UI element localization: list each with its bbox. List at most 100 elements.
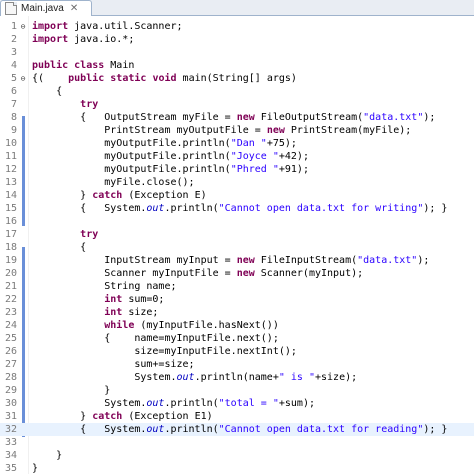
code-token: .println( bbox=[164, 424, 219, 435]
keyword-token: public bbox=[32, 60, 69, 71]
code-token: sum=0; bbox=[122, 294, 165, 305]
code-token: { bbox=[32, 86, 63, 97]
code-token: myFile.close(); bbox=[32, 177, 195, 188]
code-line[interactable]: 17 try bbox=[0, 228, 474, 241]
code-line[interactable]: 13 myFile.close(); bbox=[0, 176, 474, 189]
string-token: "data.txt" bbox=[357, 255, 418, 266]
line-number: 35 bbox=[4, 463, 17, 474]
code-text[interactable]: { System.out.println("Cannot open data.t… bbox=[32, 202, 447, 215]
code-editor[interactable]: 1 ⊖ import java.util.Scanner; 2 import java.… bbox=[0, 16, 474, 474]
code-line[interactable]: 4 public class Main bbox=[0, 59, 474, 72]
code-token: } bbox=[32, 450, 63, 461]
code-token: java.io.*; bbox=[68, 34, 135, 45]
line-number: 16 bbox=[4, 216, 17, 227]
code-text[interactable]: import java.io.*; bbox=[32, 33, 134, 46]
code-line[interactable]: 9 PrintStream myOutputFile = new PrintSt… bbox=[0, 124, 474, 137]
code-text[interactable]: InputStream myInput = new FileInputStrea… bbox=[32, 254, 429, 267]
code-text[interactable]: try bbox=[32, 228, 98, 241]
code-text[interactable]: { OutputStream myFile = new FileOutputSt… bbox=[32, 111, 435, 124]
code-token: System. bbox=[32, 398, 147, 409]
code-text[interactable]: } bbox=[32, 384, 110, 397]
tab-main-java[interactable]: Main.java ✕ bbox=[0, 0, 92, 16]
code-token: ); } bbox=[423, 203, 448, 214]
code-text[interactable]: myOutputFile.println("Joyce "+42); bbox=[32, 150, 309, 163]
close-icon[interactable]: ✕ bbox=[70, 3, 78, 14]
code-text[interactable]: { bbox=[32, 241, 86, 254]
code-line[interactable]: 8 { OutputStream myFile = new FileOutput… bbox=[0, 111, 474, 124]
code-text[interactable]: { name=myInputFile.next(); bbox=[32, 332, 279, 345]
code-line[interactable]: 11 myOutputFile.println("Joyce "+42); bbox=[0, 150, 474, 163]
line-number: 20 bbox=[4, 268, 17, 279]
code-text[interactable]: int sum=0; bbox=[32, 293, 164, 306]
code-text[interactable]: PrintStream myOutputFile = new PrintStre… bbox=[32, 124, 411, 137]
code-text[interactable]: size=myInputFile.nextInt(); bbox=[32, 345, 297, 358]
line-number: 32 bbox=[4, 424, 17, 435]
code-line[interactable]: 10 myOutputFile.println("Dan "+75); bbox=[0, 137, 474, 150]
code-line[interactable]: 24 while (myInputFile.hasNext()) bbox=[0, 319, 474, 332]
code-line[interactable]: 35} bbox=[0, 462, 474, 475]
fold-toggle-icon[interactable]: ⊖ bbox=[19, 20, 27, 33]
code-token: ); bbox=[423, 112, 436, 123]
code-token: FileInputStream( bbox=[254, 255, 358, 266]
code-line[interactable]: 19 InputStream myInput = new FileInputSt… bbox=[0, 254, 474, 267]
code-line[interactable]: 28 System.out.println(name+" is "+size); bbox=[0, 371, 474, 384]
code-line[interactable]: 31 } catch (Exception E1) bbox=[0, 410, 474, 423]
code-text[interactable]: myOutputFile.println("Dan "+75); bbox=[32, 137, 297, 150]
keyword-token: import bbox=[32, 34, 69, 45]
fold-toggle-icon[interactable]: ⊖ bbox=[19, 72, 27, 85]
code-text[interactable]: { System.out.println("Cannot open data.t… bbox=[32, 423, 447, 436]
code-text[interactable]: } catch (Exception E1) bbox=[32, 410, 213, 423]
code-line[interactable]: 15 { System.out.println("Cannot open dat… bbox=[0, 202, 474, 215]
code-token: (Exception E1) bbox=[122, 411, 213, 422]
code-token: ); bbox=[417, 255, 430, 266]
code-line[interactable]: 1 ⊖ import java.util.Scanner; bbox=[0, 20, 474, 33]
code-line[interactable]: 23 int size; bbox=[0, 306, 474, 319]
line-number: 25 bbox=[4, 333, 17, 344]
code-text[interactable]: public class Main bbox=[32, 59, 134, 72]
code-line[interactable]: 16 bbox=[0, 215, 474, 228]
code-text[interactable]: System.out.println("total = "+sum); bbox=[32, 397, 315, 410]
code-line[interactable]: 14 } catch (Exception E) bbox=[0, 189, 474, 202]
code-line[interactable]: 18 { bbox=[0, 241, 474, 254]
code-line[interactable]: 33 bbox=[0, 436, 474, 449]
line-number: 24 bbox=[4, 320, 17, 331]
code-line[interactable]: 25 { name=myInputFile.next(); bbox=[0, 332, 474, 345]
code-line[interactable]: 7 try bbox=[0, 98, 474, 111]
code-text[interactable]: { bbox=[32, 85, 62, 98]
code-line[interactable]: 3 bbox=[0, 46, 474, 59]
code-line[interactable]: 2 import java.io.*; bbox=[0, 33, 474, 46]
keyword-token: static bbox=[110, 73, 147, 84]
code-line[interactable]: 12 myOutputFile.println("Phred "+91); bbox=[0, 163, 474, 176]
code-line[interactable]: 20 Scanner myInputFile = new Scanner(myI… bbox=[0, 267, 474, 280]
code-line[interactable]: 34 } bbox=[0, 449, 474, 462]
code-line[interactable]: 30 System.out.println("total = "+sum); bbox=[0, 397, 474, 410]
code-text[interactable]: sum+=size; bbox=[32, 358, 194, 371]
code-text[interactable]: System.out.println(name+" is "+size); bbox=[32, 371, 357, 384]
code-text[interactable]: while (myInputFile.hasNext()) bbox=[32, 319, 279, 332]
code-text[interactable]: int size; bbox=[32, 306, 158, 319]
code-text[interactable]: } bbox=[32, 462, 38, 475]
code-line[interactable]: 22 int sum=0; bbox=[0, 293, 474, 306]
code-line[interactable]: 27 sum+=size; bbox=[0, 358, 474, 371]
code-text[interactable]: {( public static void main(String[] args… bbox=[32, 72, 297, 85]
line-number: 2 bbox=[10, 34, 17, 45]
code-text[interactable]: import java.util.Scanner; bbox=[32, 20, 183, 33]
code-line[interactable]: 26 size=myInputFile.nextInt(); bbox=[0, 345, 474, 358]
code-token: Scanner(myInput); bbox=[254, 268, 364, 279]
code-token: } bbox=[32, 190, 93, 201]
code-token: { name=myInputFile.next(); bbox=[32, 333, 279, 344]
code-token: main(String[] args) bbox=[176, 73, 297, 84]
code-line[interactable]: 32 { System.out.println("Cannot open dat… bbox=[0, 423, 474, 436]
code-text[interactable]: } bbox=[32, 449, 62, 462]
code-line[interactable]: 6 { bbox=[0, 85, 474, 98]
keyword-token: new bbox=[266, 125, 285, 136]
code-text[interactable]: String name; bbox=[32, 280, 176, 293]
code-text[interactable]: Scanner myInputFile = new Scanner(myInpu… bbox=[32, 267, 363, 280]
code-line[interactable]: 29 } bbox=[0, 384, 474, 397]
code-text[interactable]: } catch (Exception E) bbox=[32, 189, 206, 202]
code-line[interactable]: 5 ⊖ {( public static void main(String[] ar… bbox=[0, 72, 474, 85]
code-text[interactable]: myFile.close(); bbox=[32, 176, 195, 189]
code-text[interactable]: myOutputFile.println("Phred "+91); bbox=[32, 163, 309, 176]
code-text[interactable]: try bbox=[32, 98, 98, 111]
code-line[interactable]: 21 String name; bbox=[0, 280, 474, 293]
